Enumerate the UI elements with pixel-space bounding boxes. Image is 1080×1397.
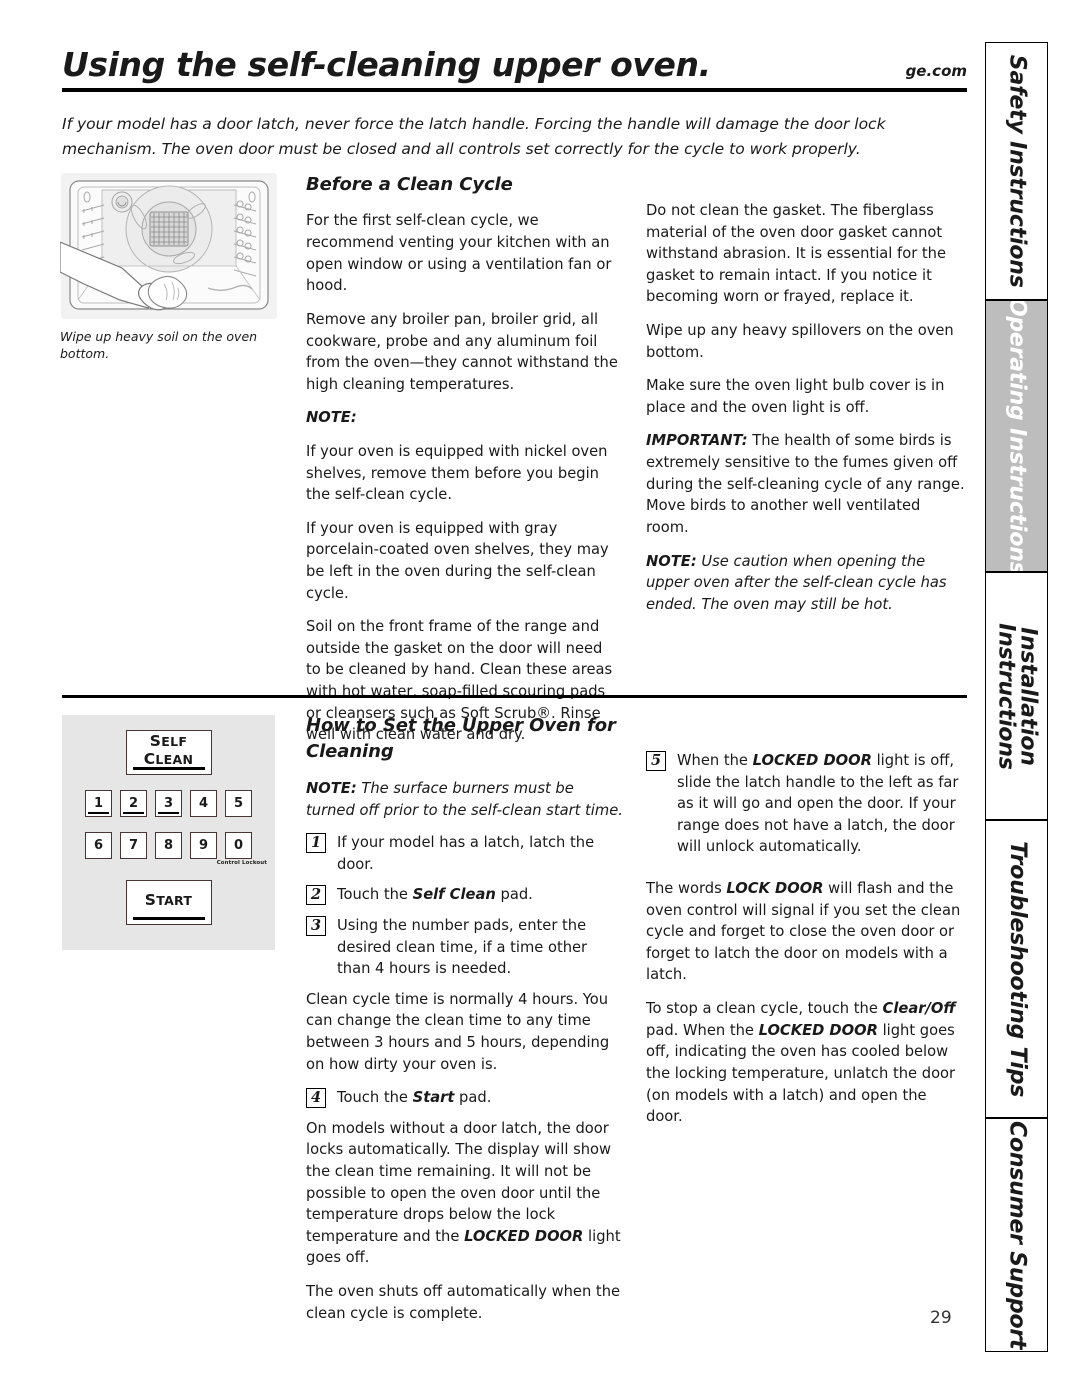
number-pad-7[interactable]: 7: [120, 832, 147, 859]
step-1: 1 If your model has a latch, latch the d…: [306, 832, 624, 875]
section-divider: [62, 695, 967, 698]
number-pad-9[interactable]: 9: [190, 832, 217, 859]
paragraph: On models without a door latch, the door…: [306, 1119, 621, 1267]
number-pad-4[interactable]: 4: [190, 790, 217, 817]
note-paragraph: NOTE: Use caution when opening the upper…: [646, 551, 966, 616]
start-pad-reference: Start: [412, 1089, 455, 1107]
paragraph: The words LOCK DOOR will flash and the o…: [646, 880, 961, 984]
control-panel-figure: SELF CLEAN 1 2 3 4 5 6 7 8 9 0 Control Lo…: [62, 715, 275, 950]
note-item: If your oven is equipped with nickel ove…: [306, 442, 608, 504]
number-pad-0[interactable]: 0: [225, 832, 252, 859]
step-number: 5: [646, 751, 666, 771]
step-number: 3: [306, 915, 326, 936]
step-text: Touch the Self Clean pad.: [337, 886, 533, 904]
self-clean-pad[interactable]: SELF CLEAN: [125, 730, 212, 775]
locked-door-reference: LOCKED DOOR: [758, 1021, 878, 1039]
page-title: Using the self-cleaning upper oven.: [62, 45, 711, 84]
howto-heading: How to Set the Upper Oven for Cleaning: [306, 715, 616, 763]
paragraph: For the first self-clean cycle, we recom…: [306, 212, 612, 295]
note-label: NOTE:: [306, 409, 357, 427]
step-text: Touch the Start pad.: [337, 1089, 492, 1107]
number-pad-row-2: 6 7 8 9 0: [85, 832, 252, 859]
tab-label: Operating Instructions: [1004, 300, 1030, 572]
howto-right-column: 5 When the LOCKED DOOR light is off, sli…: [646, 750, 966, 1140]
before-clean-left-column: Before a Clean Cycle For the first self-…: [306, 172, 618, 758]
tab-safety-instructions[interactable]: Safety Instructions: [985, 42, 1048, 300]
step-5: 5 When the LOCKED DOOR light is off, sli…: [646, 750, 966, 858]
step-number: 4: [306, 1088, 326, 1109]
self-clean-pad-reference: Self Clean: [412, 886, 496, 904]
paragraph: Make sure the oven light bulb cover is i…: [646, 377, 945, 416]
step-text: When the LOCKED DOOR light is off, slide…: [677, 752, 959, 856]
before-clean-right-column: Do not clean the gasket. The fiberglass …: [646, 200, 966, 627]
paragraph: To stop a clean cycle, touch the Clear/O…: [646, 1000, 956, 1126]
number-pad-5[interactable]: 5: [225, 790, 252, 817]
step-text: If your model has a latch, latch the doo…: [337, 834, 595, 873]
paragraph: The oven shuts off automatically when th…: [306, 1283, 621, 1322]
header-divider: [62, 87, 967, 92]
tab-operating-instructions[interactable]: Operating Instructions: [985, 300, 1048, 572]
step-2: 2 Touch the Self Clean pad.: [306, 884, 624, 906]
step-number: 1: [306, 833, 326, 854]
locked-door-reference: LOCKED DOOR: [752, 752, 872, 769]
number-pad-2[interactable]: 2: [120, 790, 147, 817]
step-3: 3 Using the number pads, enter the desir…: [306, 915, 624, 980]
tab-troubleshooting-tips[interactable]: Troubleshooting Tips: [985, 820, 1048, 1118]
number-pad-6[interactable]: 6: [85, 832, 112, 859]
tab-installation-instructions[interactable]: Installation Instructions: [985, 572, 1048, 820]
section-tab-strip: Safety Instructions Operating Instructio…: [985, 42, 1048, 1352]
step-number: 2: [306, 885, 326, 906]
oven-interior-wipe-icon: [60, 173, 277, 319]
important-label: IMPORTANT:: [646, 432, 748, 450]
important-paragraph: IMPORTANT: The health of some birds is e…: [646, 430, 966, 538]
howto-left-column: How to Set the Upper Oven for Cleaning N…: [306, 713, 624, 1336]
tab-label: Safety Instructions: [1004, 54, 1030, 288]
step-4: 4 Touch the Start pad.: [306, 1087, 624, 1109]
start-pad[interactable]: START: [125, 880, 212, 925]
start-pad-label: START: [144, 890, 193, 909]
oven-figure-caption: Wipe up heavy soil on the oven bottom.: [60, 329, 258, 361]
note-item: If your oven is equipped with gray porce…: [306, 519, 609, 602]
tab-label: Installation Instructions: [993, 622, 1041, 770]
before-clean-heading: Before a Clean Cycle: [306, 174, 513, 195]
paragraph: Remove any broiler pan, broiler grid, al…: [306, 310, 618, 393]
oven-figure: Wipe up heavy soil on the oven bottom.: [60, 172, 278, 363]
note-label: NOTE:: [306, 779, 357, 797]
number-pad-row-1: 1 2 3 4 5: [85, 790, 252, 817]
document-page: Using the self-cleaning upper oven. ge.c…: [0, 0, 1080, 1397]
number-pad-3[interactable]: 3: [155, 790, 182, 817]
paragraph: Clean cycle time is normally 4 hours. Yo…: [306, 990, 610, 1073]
lock-door-reference: LOCK DOOR: [726, 880, 824, 898]
paragraph: Do not clean the gasket. The fiberglass …: [646, 202, 947, 306]
step-text: Using the number pads, enter the desired…: [337, 916, 588, 978]
clear-off-pad-reference: Clear/Off: [882, 1000, 956, 1018]
howto-note: NOTE: The surface burners must be turned…: [306, 778, 624, 821]
self-clean-pad-label: SELF CLEAN: [143, 732, 194, 768]
tab-label: Consumer Support: [1004, 1120, 1030, 1350]
site-url: ge.com: [905, 62, 967, 80]
intro-paragraph: If your model has a door latch, never fo…: [62, 115, 886, 159]
page-header: Using the self-cleaning upper oven. ge.c…: [62, 45, 967, 92]
control-lockout-label: Control Lockout: [216, 860, 267, 866]
note-label: NOTE:: [646, 552, 697, 570]
tab-label: Troubleshooting Tips: [1004, 841, 1030, 1097]
number-pad-8[interactable]: 8: [155, 832, 182, 859]
page-number: 29: [930, 1308, 952, 1328]
tab-consumer-support[interactable]: Consumer Support: [985, 1118, 1048, 1352]
paragraph: Wipe up any heavy spillovers on the oven…: [646, 322, 954, 361]
number-pad-1[interactable]: 1: [85, 790, 112, 817]
locked-door-reference: LOCKED DOOR: [464, 1227, 584, 1245]
